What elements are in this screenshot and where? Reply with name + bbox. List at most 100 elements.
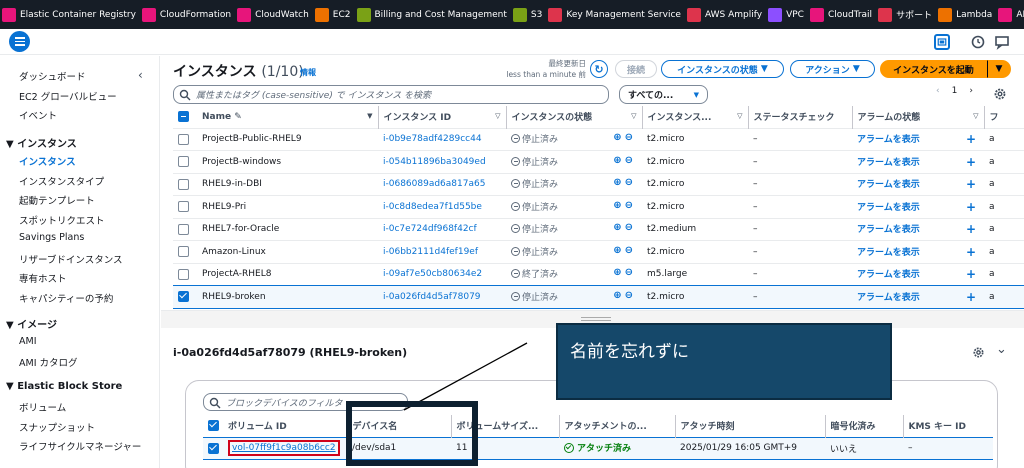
sidebar-item-1-0[interactable]: AMI	[19, 336, 37, 347]
col-encrypted[interactable]: 暗号化済み	[824, 415, 903, 437]
select-all-checkbox[interactable]	[178, 111, 189, 123]
instance-row[interactable]: RHEL9-in-DBI i-0686089ad6a817a65 停止済み ⊕⊖ t2.…	[173, 172, 1024, 196]
feedback-icon[interactable]	[994, 34, 1010, 50]
favorite-kms[interactable]: Key Management Service	[548, 0, 687, 29]
favorite-cloudwatch[interactable]: CloudWatch	[237, 0, 315, 29]
zoom-out-icon[interactable]: ⊖	[625, 200, 636, 211]
sidebar-section-0[interactable]: ▼ インスタンス	[6, 135, 77, 150]
col-attachment-status[interactable]: アタッチメントの...	[558, 415, 675, 437]
favorite-vpc[interactable]: VPC	[768, 0, 810, 29]
connect-button[interactable]: 接続	[615, 60, 657, 78]
zoom-out-icon[interactable]: ⊖	[625, 222, 636, 233]
favorite-s3[interactable]: S3	[512, 0, 548, 29]
menu-icon[interactable]	[9, 31, 30, 52]
col-alarm-state[interactable]: アラームの状態 ▽	[851, 106, 984, 128]
instance-id-link[interactable]: i-09af7e50cb80634e2	[383, 269, 482, 279]
row-checkbox[interactable]	[178, 291, 189, 303]
sidebar-section-1[interactable]: ▼ イメージ	[6, 316, 57, 331]
add-alarm-icon[interactable]: +	[964, 177, 976, 191]
instance-id-link[interactable]: i-054b11896ba3049ed	[383, 157, 486, 167]
row-checkbox[interactable]	[178, 156, 189, 168]
sidebar-section-3[interactable]: ▼ ネットワーク & セキュリ	[6, 465, 133, 468]
col-kms-key-id[interactable]: KMS キー ID	[902, 415, 993, 437]
instance-id-link[interactable]: i-0686089ad6a817a65	[383, 179, 485, 189]
favorite-ecr[interactable]: Elastic Container Registry	[2, 0, 142, 29]
zoom-icons[interactable]: ⊕⊖	[613, 200, 636, 211]
row-checkbox[interactable]	[178, 201, 189, 213]
info-link[interactable]: 情報	[300, 67, 316, 78]
collapse-sidebar-icon[interactable]: ‹	[138, 68, 143, 82]
instance-id-link[interactable]: i-0b9e78adf4289cc44	[383, 134, 482, 144]
sidebar-item-0-6[interactable]: 専有ホスト	[19, 271, 67, 285]
favorite-billing[interactable]: Billing and Cost Management	[356, 0, 513, 29]
favorite-apigateway[interactable]: API Gateway	[998, 0, 1024, 29]
zoom-icons[interactable]: ⊕⊖	[613, 155, 636, 166]
sidebar-item-0-7[interactable]: キャパシティーの予約	[19, 291, 113, 305]
col-extra[interactable]: フ	[983, 106, 1024, 128]
zoom-in-icon[interactable]: ⊕	[613, 267, 624, 278]
instance-id-link[interactable]: i-0c7e724df968f42cf	[383, 224, 477, 234]
zoom-in-icon[interactable]: ⊕	[613, 155, 624, 166]
sidebar-item-2-2[interactable]: ライフサイクルマネージャー	[19, 439, 141, 453]
zoom-icons[interactable]: ⊕⊖	[613, 132, 636, 143]
instance-row[interactable]: ProjectB-windows i-054b11896ba3049ed 停止済み ⊕…	[173, 150, 1024, 173]
zoom-icons[interactable]: ⊕⊖	[613, 267, 636, 278]
add-alarm-icon[interactable]: +	[964, 290, 976, 304]
col-instance-state[interactable]: インスタンスの状態 ▽	[505, 106, 642, 128]
zoom-icons[interactable]: ⊕⊖	[613, 222, 636, 233]
zoom-out-icon[interactable]: ⊖	[625, 155, 636, 166]
row-checkbox[interactable]	[178, 178, 189, 190]
zoom-out-icon[interactable]: ⊖	[625, 290, 636, 301]
volume-row-checkbox[interactable]	[208, 442, 219, 454]
zoom-in-icon[interactable]: ⊕	[613, 177, 624, 188]
add-alarm-icon[interactable]: +	[964, 267, 976, 281]
zoom-in-icon[interactable]: ⊕	[613, 222, 624, 233]
volume-id-link[interactable]: vol-07ff9f1c9a08b6cc2	[232, 443, 336, 453]
zoom-out-icon[interactable]: ⊖	[625, 132, 636, 143]
select-all-volumes-checkbox[interactable]	[208, 420, 219, 432]
view-alarms-link[interactable]: アラームを表示	[857, 158, 920, 168]
view-alarms-link[interactable]: アラームを表示	[857, 180, 920, 190]
sidebar-item-1-1[interactable]: AMI カタログ	[19, 355, 78, 369]
instance-row[interactable]: RHEL9-broken i-0a026fd4d5af78079 停止済み ⊕⊖ t2.…	[173, 285, 1024, 309]
block-device-row[interactable]: vol-07ff9f1c9a08b6cc2 /dev/sda1 11 アタッチ済…	[203, 436, 993, 460]
instance-row[interactable]: ProjectA-RHEL8 i-09af7e50cb80634e2 終了済み ⊕⊖ m…	[173, 262, 1024, 286]
view-alarms-link[interactable]: アラームを表示	[857, 293, 920, 303]
instance-row[interactable]: RHEL7-for-Oracle i-0c7e724df968f42cf 停止済み ⊕…	[173, 217, 1024, 241]
zoom-in-icon[interactable]: ⊕	[613, 290, 624, 301]
sidebar-item-2-0[interactable]: ボリューム	[19, 400, 66, 414]
instance-state-button[interactable]: インスタンスの状態 ▼	[661, 60, 784, 78]
view-alarms-link[interactable]: アラームを表示	[857, 270, 920, 280]
sidebar-item-0-0[interactable]: インスタンス	[19, 154, 76, 168]
filter-select[interactable]: すべての... ▼	[619, 85, 708, 104]
sidebar-item-top-0[interactable]: ダッシュボード	[19, 69, 86, 83]
panel-icon[interactable]	[934, 34, 950, 50]
launch-instance-button[interactable]: インスタンスを起動	[880, 60, 987, 78]
col-instance-id[interactable]: インスタンス ID ▽	[377, 106, 506, 128]
prev-page-icon[interactable]: ‹	[936, 86, 940, 96]
zoom-icons[interactable]: ⊕⊖	[613, 290, 636, 301]
instance-id-link[interactable]: i-0a026fd4d5af78079	[383, 292, 481, 302]
detail-settings-icon[interactable]	[972, 346, 985, 359]
col-attach-time[interactable]: アタッチ時刻	[674, 415, 825, 437]
favorite-lambda[interactable]: Lambda	[938, 0, 998, 29]
col-volume-id[interactable]: ボリューム ID	[223, 415, 347, 437]
col-status-check[interactable]: ステータスチェック	[747, 106, 852, 128]
sidebar-item-0-1[interactable]: インスタンスタイプ	[19, 174, 104, 188]
edit-icon[interactable]: ✎	[234, 112, 242, 122]
favorite-support[interactable]: サポート	[878, 0, 938, 29]
zoom-out-icon[interactable]: ⊖	[625, 177, 636, 188]
add-alarm-icon[interactable]: +	[964, 132, 976, 146]
favorite-ec2[interactable]: EC2	[314, 0, 357, 29]
zoom-out-icon[interactable]: ⊖	[625, 245, 636, 256]
view-alarms-link[interactable]: アラームを表示	[857, 203, 920, 213]
row-checkbox[interactable]	[178, 246, 189, 258]
zoom-in-icon[interactable]: ⊕	[613, 132, 624, 143]
next-page-icon[interactable]: ›	[969, 86, 973, 96]
zoom-in-icon[interactable]: ⊕	[613, 200, 624, 211]
sidebar-item-2-1[interactable]: スナップショット	[19, 420, 95, 434]
instance-id-link[interactable]: i-06bb2111d4fef19ef	[383, 247, 478, 257]
instance-search-input[interactable]: 属性またはタグ (case-sensitive) で インスタンス を検索	[173, 85, 609, 104]
collapse-detail-icon[interactable]: ⌄	[996, 342, 1007, 357]
view-alarms-link[interactable]: アラームを表示	[857, 135, 920, 145]
